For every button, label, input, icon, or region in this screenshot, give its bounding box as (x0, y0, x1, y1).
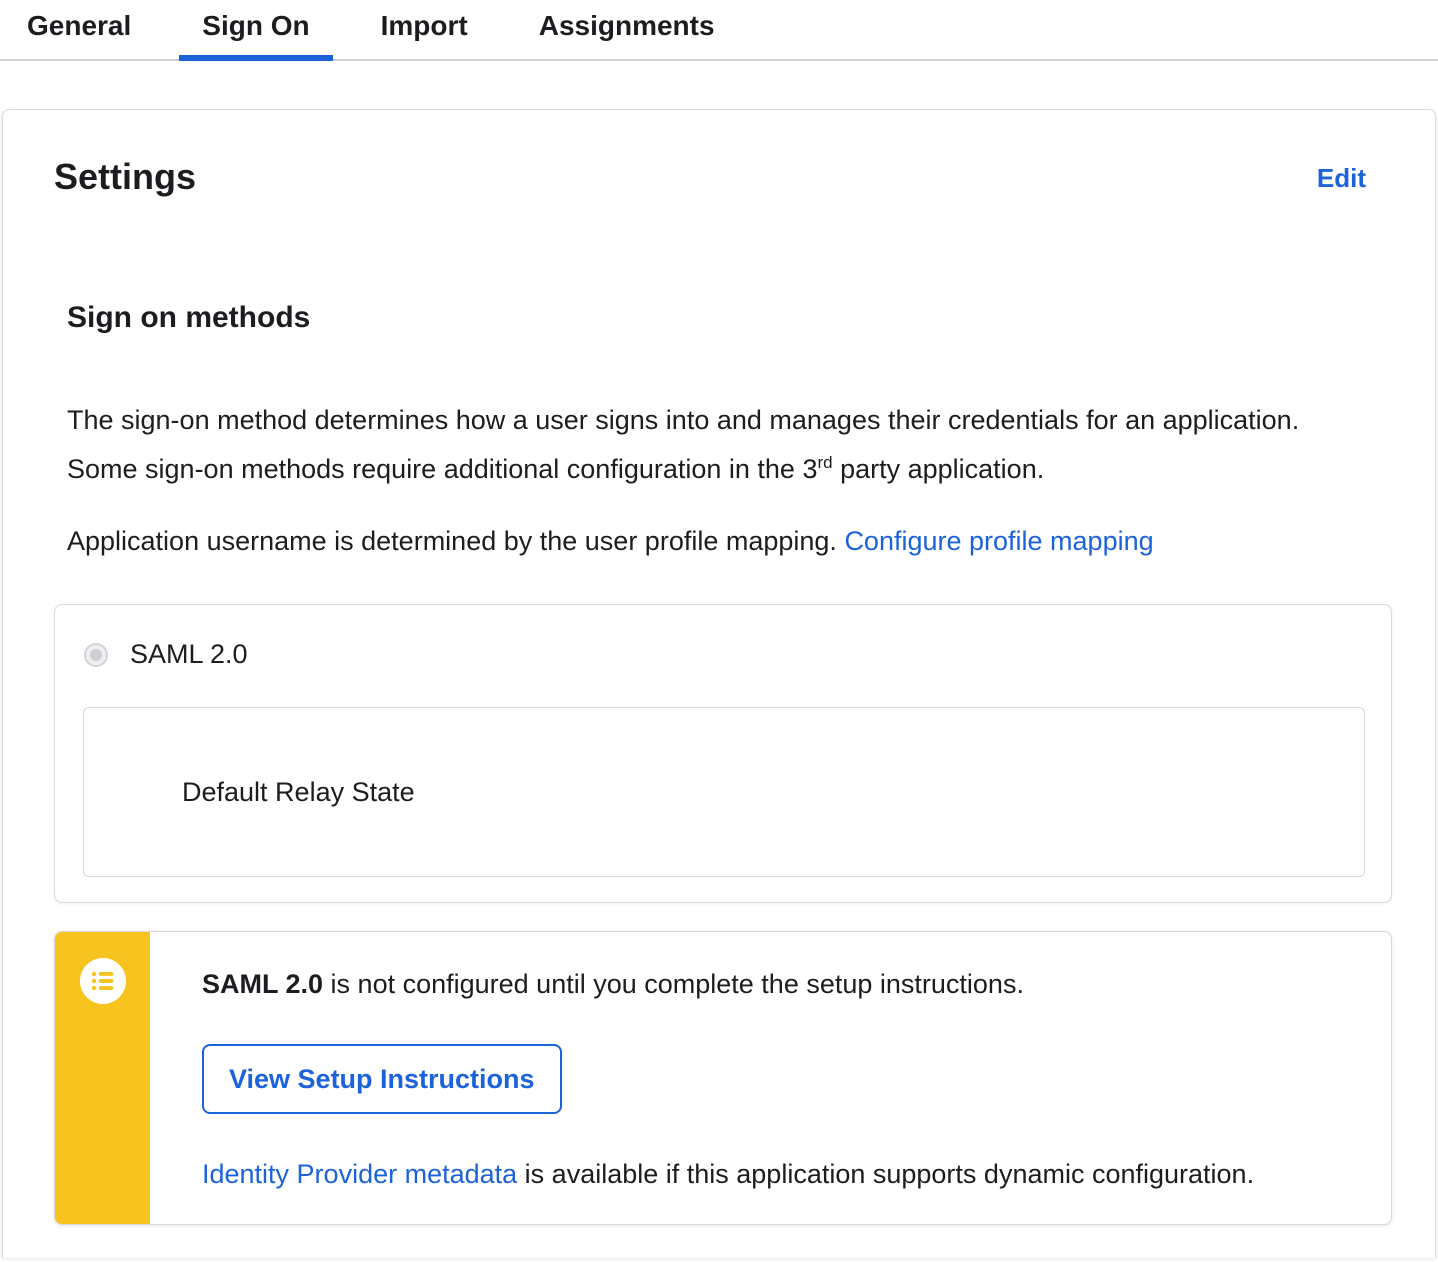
saml-radio-label: SAML 2.0 (130, 639, 248, 669)
callout-footer: Identity Provider metadata is available … (202, 1157, 1351, 1191)
saml-radio-button[interactable] (84, 642, 108, 667)
saml-method-box: SAML 2.0 Default Relay State (54, 604, 1392, 903)
tab-general[interactable]: General (4, 0, 154, 59)
callout-accent-bar (55, 932, 150, 1224)
app-tab-bar: General Sign On Import Assignments (0, 0, 1438, 61)
bulleted-list-icon (79, 958, 126, 1009)
saml-radio-row: SAML 2.0 (84, 639, 1365, 670)
callout-body: SAML 2.0 is not configured until you com… (150, 932, 1391, 1224)
callout-message: SAML 2.0 is not configured until you com… (202, 967, 1351, 1001)
default-relay-state-label: Default Relay State (182, 776, 415, 807)
tab-sign-on[interactable]: Sign On (179, 0, 333, 61)
tab-assignments[interactable]: Assignments (516, 0, 738, 59)
tab-import[interactable]: Import (358, 0, 491, 59)
settings-card-header: Settings Edit (54, 156, 1392, 198)
settings-title: Settings (54, 156, 197, 197)
username-mapping-text: Application username is determined by th… (67, 526, 845, 556)
callout-message-rest: is not configured until you complete the… (323, 969, 1024, 999)
sign-on-description-text: The sign-on method determines how a user… (67, 405, 1300, 484)
configure-profile-mapping-link[interactable]: Configure profile mapping (844, 526, 1153, 556)
username-mapping-line: Application username is determined by th… (67, 517, 1367, 566)
callout-message-bold: SAML 2.0 (202, 969, 324, 999)
saml-setup-callout: SAML 2.0 is not configured until you com… (54, 931, 1392, 1225)
radio-dot (90, 648, 102, 661)
sign-on-description: The sign-on method determines how a user… (67, 396, 1367, 494)
sign-on-description-tail: party application. (832, 454, 1045, 484)
ordinal-superscript: rd (817, 453, 833, 472)
default-relay-state-box: Default Relay State (83, 707, 1365, 877)
settings-card: Settings Edit Sign on methods The sign-o… (2, 109, 1436, 1258)
sign-on-methods-heading: Sign on methods (67, 301, 311, 334)
identity-provider-metadata-link[interactable]: Identity Provider metadata (202, 1159, 517, 1189)
callout-footer-text: is available if this application support… (517, 1159, 1255, 1189)
edit-link[interactable]: Edit (1317, 162, 1366, 194)
view-setup-instructions-button[interactable]: View Setup Instructions (202, 1044, 562, 1114)
